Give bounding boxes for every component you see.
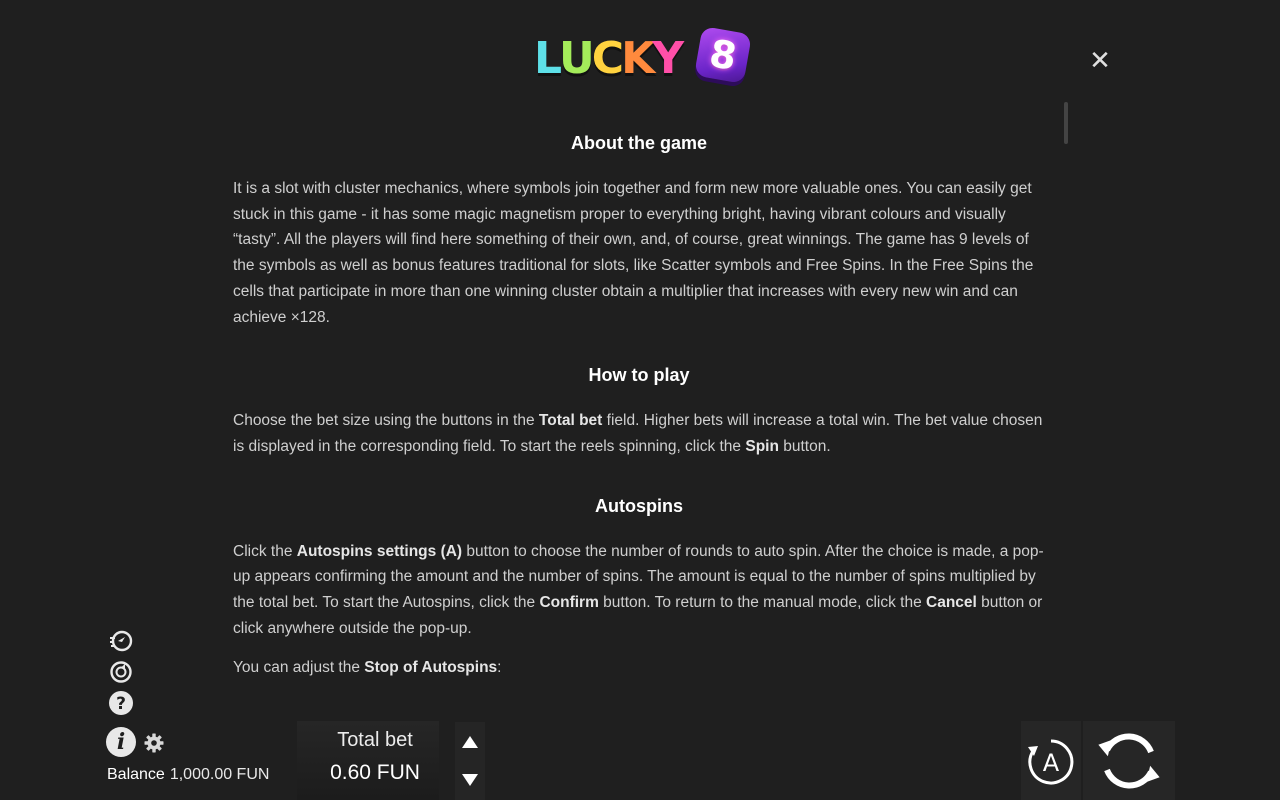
balance-value: 1,000.00 FUN [169,766,270,783]
logo-letter: C [591,32,624,84]
gear-icon[interactable] [144,733,164,753]
section-title-about: About the game [570,133,707,153]
section-title-how-to-play: How to play [588,365,690,386]
info-glyph: i [116,729,126,755]
close-glyph: ✕ [1089,44,1111,75]
close-icon[interactable]: ✕ [1086,44,1114,75]
spin-button[interactable] [1094,728,1164,794]
total-bet-panel: Total bet 0.60 FUN [297,721,439,800]
turbo-icon[interactable] [108,628,134,654]
game-logo: L U C K Y 8 [534,26,752,88]
arrow-down-icon [462,774,478,786]
logo-letter: U [559,32,595,84]
spin-icon [1098,733,1160,789]
logo-letters: L U C K Y [534,32,684,84]
total-bet-label: Total bet [337,729,413,751]
stop-autospins-paragraph: You can adjust the Stop of Autospins: [233,659,502,677]
total-bet-value: 0.60 FUN [330,761,420,784]
autospins-paragraph: Click the Autospins settings (A) button … [233,542,1044,637]
logo-letter: K [621,32,655,84]
autospin-icon: A [1028,739,1074,785]
scrollbar[interactable] [1063,102,1069,662]
autospin-settings-button[interactable]: A [1026,737,1076,787]
rules-content: About the game It is a slot with cluster… [233,128,1045,678]
bet-increase-button[interactable] [455,724,485,760]
info-icon[interactable]: i [106,727,136,757]
how-to-play-paragraph: Choose the bet size using the buttons in… [233,412,1043,455]
logo-number-badge: 8 [694,26,752,84]
logo-letter: L [534,32,562,84]
arrow-up-icon [462,736,478,748]
game-rules-page: L U C K Y 8 ✕ About the game It is a slo… [0,0,1280,800]
balance-label: Balance [107,766,165,783]
section-title-autospins: Autospins [595,495,683,516]
help-glyph: ? [116,694,126,714]
balance-display: Balance 1,000.00 FUN [107,764,269,786]
scrollbar-thumb[interactable] [1064,102,1068,144]
history-icon[interactable] [108,659,134,685]
logo-letter: Y [652,32,684,84]
about-paragraph: It is a slot with cluster mechanics, whe… [233,180,1034,326]
help-icon[interactable]: ? [108,690,134,716]
logo-number: 8 [706,31,740,79]
autospin-glyph: A [1043,749,1060,777]
bet-decrease-button[interactable] [455,762,485,798]
bet-adjust-buttons [455,722,485,800]
